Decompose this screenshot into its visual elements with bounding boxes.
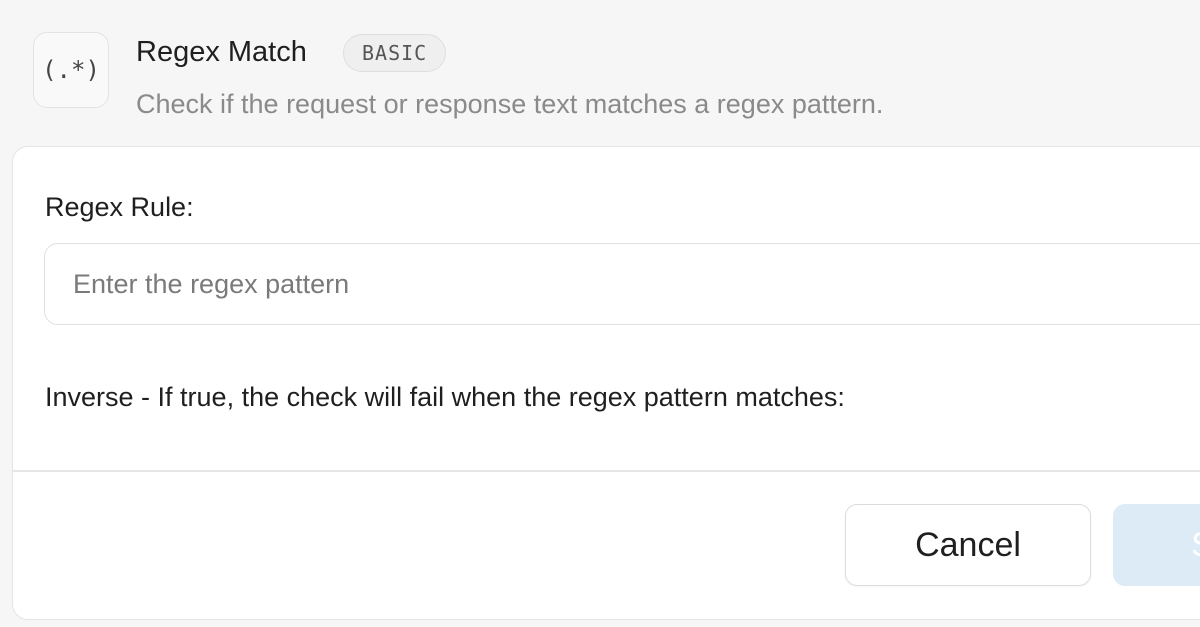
tier-badge: BASIC (343, 34, 447, 72)
regex-pattern-input[interactable] (44, 243, 1200, 325)
check-title: Regex Match (136, 36, 307, 68)
cancel-button[interactable]: Cancel (845, 504, 1091, 586)
footer-divider (13, 470, 1200, 472)
regex-rule-label: Regex Rule: (45, 192, 194, 222)
check-header: (.*) Regex Match BASIC Check if the requ… (0, 0, 1200, 150)
inverse-label: Inverse - If true, the check will fail w… (45, 382, 845, 412)
save-button[interactable]: S (1113, 504, 1200, 586)
regex-icon: (.*) (33, 32, 109, 108)
check-description: Check if the request or response text ma… (136, 89, 884, 119)
